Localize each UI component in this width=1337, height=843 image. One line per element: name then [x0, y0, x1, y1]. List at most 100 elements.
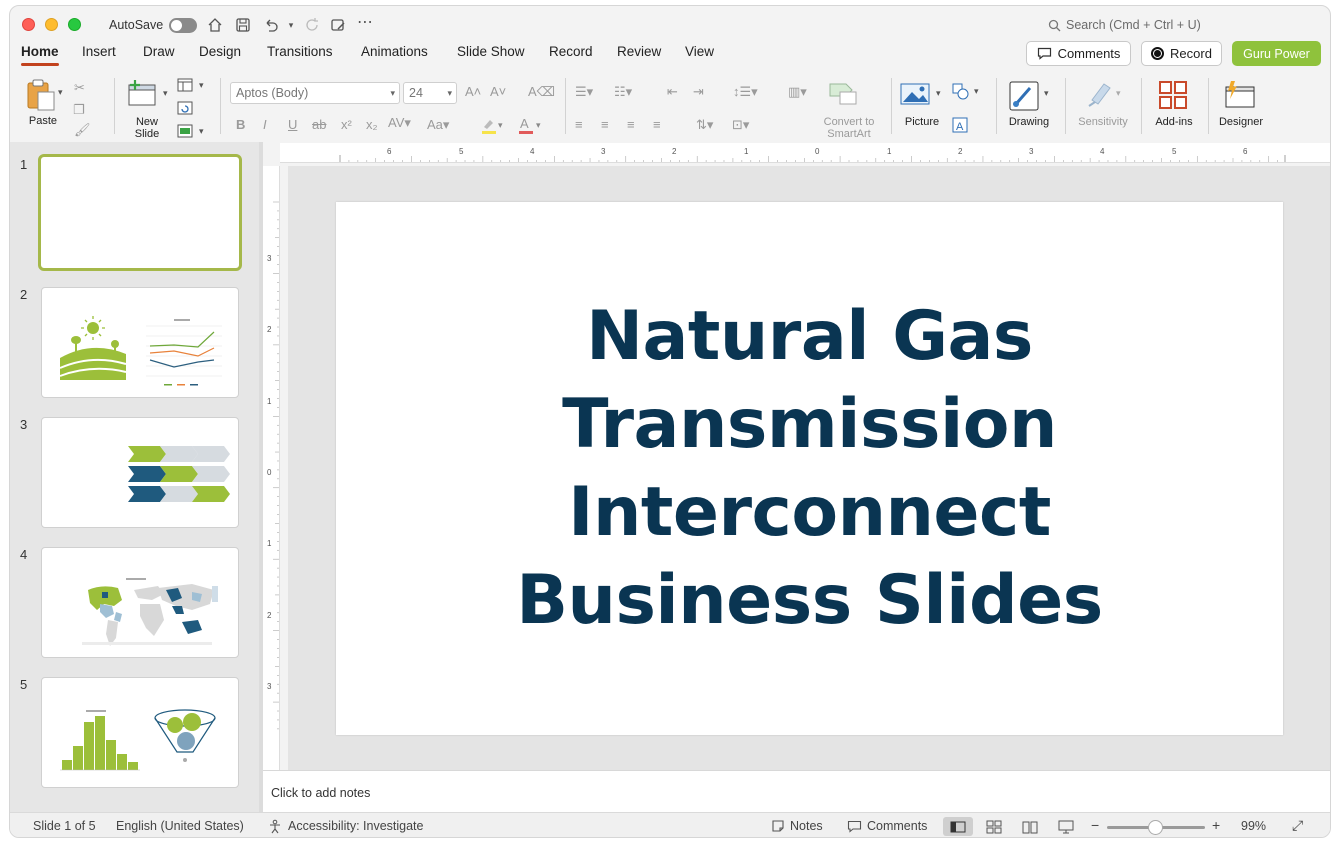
tab-review[interactable]: Review	[617, 44, 661, 59]
comments-button[interactable]: Comments	[1026, 41, 1131, 66]
record-button[interactable]: Record	[1141, 41, 1222, 66]
more-options-icon[interactable]: ⋯	[356, 13, 374, 31]
format-painter-icon[interactable]: 🖌	[74, 122, 91, 138]
notes-pane[interactable]: Click to add notes	[263, 770, 1330, 812]
tab-transitions[interactable]: Transitions	[267, 44, 333, 59]
smartart-icon[interactable]	[828, 80, 858, 109]
save-icon[interactable]	[234, 16, 252, 34]
slide-thumbnail-5[interactable]	[41, 677, 239, 788]
tab-design[interactable]: Design	[199, 44, 241, 59]
columns-icon[interactable]: ▥▾	[788, 84, 807, 100]
increase-font-icon[interactable]: A˄	[465, 84, 481, 99]
reading-view-button[interactable]	[1015, 817, 1045, 836]
zoom-in-icon[interactable]: +	[1212, 817, 1220, 833]
customize-icon[interactable]	[329, 16, 347, 34]
align-text-icon[interactable]: ⊡▾	[732, 117, 749, 133]
undo-dropdown-icon[interactable]: ▾	[282, 16, 300, 34]
numbering-icon[interactable]: ☷▾	[614, 84, 632, 100]
slide-thumbnail-1[interactable]	[38, 154, 242, 271]
home-icon[interactable]	[206, 16, 224, 34]
autosave-toggle[interactable]	[169, 18, 197, 33]
decrease-font-icon[interactable]: A˅	[490, 84, 506, 99]
decrease-indent-icon[interactable]: ⇤	[667, 84, 678, 100]
layout-dropdown-icon[interactable]: ▾	[199, 80, 204, 91]
font-name-combo[interactable]: Aptos (Body) ▾	[230, 82, 400, 104]
tab-insert[interactable]: Insert	[82, 44, 116, 59]
new-slide-dropdown-icon[interactable]: ▾	[163, 88, 168, 99]
slide-thumbnail-4[interactable]	[41, 547, 239, 658]
slide-thumbnail-2[interactable]	[41, 287, 239, 398]
new-slide-icon[interactable]	[127, 79, 157, 110]
slideshow-view-button[interactable]	[1051, 817, 1081, 836]
sensitivity-dropdown-icon[interactable]: ▾	[1116, 88, 1121, 99]
sensitivity-icon[interactable]	[1086, 80, 1114, 111]
clear-formatting-icon[interactable]: A⌫	[528, 84, 555, 100]
drawing-dropdown-icon[interactable]: ▾	[1044, 88, 1049, 99]
highlight-color-icon[interactable]: ▾	[480, 117, 506, 138]
close-window-button[interactable]	[22, 18, 35, 31]
slide-thumbnail-3[interactable]	[41, 417, 239, 528]
minimize-window-button[interactable]	[45, 18, 58, 31]
strikethrough-icon[interactable]: ab	[312, 117, 326, 132]
shapes-icon[interactable]	[951, 82, 971, 103]
comments-toggle-button[interactable]: Comments	[847, 816, 927, 836]
current-slide[interactable]: Natural Gas Transmission Interconnect Bu…	[336, 202, 1283, 735]
zoom-out-icon[interactable]: −	[1091, 817, 1099, 833]
guru-power-button[interactable]: Guru Power	[1232, 41, 1321, 66]
undo-icon[interactable]	[262, 16, 280, 34]
tab-record[interactable]: Record	[549, 44, 593, 59]
reset-slide-icon[interactable]	[177, 101, 193, 118]
font-color-icon[interactable]: A ▾	[518, 116, 544, 138]
picture-dropdown-icon[interactable]: ▾	[936, 88, 941, 99]
align-right-icon[interactable]: ≡	[627, 117, 635, 132]
tab-animations[interactable]: Animations	[361, 44, 428, 59]
font-size-combo[interactable]: 24 ▾	[403, 82, 457, 104]
slide-title-textbox[interactable]: Natural Gas Transmission Interconnect Bu…	[460, 293, 1160, 645]
increase-indent-icon[interactable]: ⇥	[693, 84, 704, 100]
text-box-icon[interactable]: A	[951, 116, 969, 137]
tab-slide-show[interactable]: Slide Show	[457, 44, 525, 59]
align-center-icon[interactable]: ≡	[601, 117, 609, 132]
line-spacing-icon[interactable]: ↕☰▾	[733, 84, 758, 100]
paste-icon[interactable]	[24, 78, 58, 115]
bullets-icon[interactable]: ☰▾	[575, 84, 593, 100]
section-dropdown-icon[interactable]: ▾	[199, 126, 204, 137]
text-direction-icon[interactable]: ⇅▾	[696, 117, 713, 133]
search-box[interactable]: Search (Cmd + Ctrl + U)	[1048, 18, 1201, 32]
section-icon[interactable]	[177, 124, 193, 141]
layout-icon[interactable]	[177, 78, 193, 95]
designer-icon[interactable]	[1223, 79, 1257, 112]
cut-icon[interactable]: ✂	[74, 80, 85, 96]
redo-icon[interactable]	[303, 16, 321, 34]
zoom-level[interactable]: 99%	[1241, 819, 1266, 833]
paste-dropdown-icon[interactable]: ▾	[58, 87, 63, 98]
language-indicator[interactable]: English (United States)	[116, 819, 244, 833]
justify-icon[interactable]: ≡	[653, 117, 661, 132]
align-left-icon[interactable]: ≡	[575, 117, 583, 132]
change-case-icon[interactable]: Aa▾	[427, 117, 449, 133]
shapes-dropdown-icon[interactable]: ▾	[974, 86, 979, 97]
superscript-icon[interactable]: x²	[341, 117, 352, 132]
ruler-number: 5	[459, 147, 464, 156]
tab-view[interactable]: View	[685, 44, 714, 59]
notes-toggle-button[interactable]: Notes	[771, 816, 823, 836]
copy-icon[interactable]: ❐	[73, 102, 85, 118]
ruler-number: 6	[387, 147, 392, 156]
bold-icon[interactable]: B	[236, 117, 245, 132]
zoom-window-button[interactable]	[68, 18, 81, 31]
ruler-number: 1	[267, 397, 272, 406]
italic-icon[interactable]: I	[263, 117, 267, 132]
tab-draw[interactable]: Draw	[143, 44, 175, 59]
picture-icon[interactable]	[900, 82, 930, 109]
fit-to-window-icon[interactable]: ⤢	[1292, 817, 1303, 834]
subscript-icon[interactable]: x₂	[366, 117, 378, 132]
tab-home[interactable]: Home	[21, 44, 59, 66]
zoom-slider-handle[interactable]	[1148, 820, 1163, 835]
slide-sorter-button[interactable]	[979, 817, 1009, 836]
character-spacing-icon[interactable]: AV▾	[388, 115, 411, 131]
addins-icon[interactable]	[1158, 80, 1188, 113]
accessibility-button[interactable]: Accessibility: Investigate	[268, 816, 423, 836]
drawing-icon[interactable]	[1008, 80, 1040, 115]
underline-icon[interactable]: U	[288, 117, 297, 132]
normal-view-button[interactable]	[943, 817, 973, 836]
